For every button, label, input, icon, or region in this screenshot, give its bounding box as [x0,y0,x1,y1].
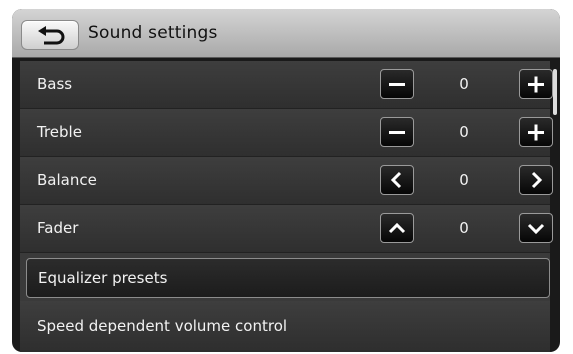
settings-list: Bass 0 Treble 0 Balance 0 Fader 0 Equali… [20,61,553,352]
plus-icon [528,76,544,93]
bass-decrease-button[interactable] [380,69,414,99]
setting-label: Treble [37,123,82,141]
setting-label: Balance [37,171,97,189]
back-arrow-icon [38,26,65,45]
speed-dependent-volume-label: Speed dependent volume control [37,317,288,335]
setting-row-balance: Balance 0 [20,157,553,205]
bass-value: 0 [459,75,469,93]
chevron-down-icon [527,223,545,235]
chevron-right-icon [531,171,543,189]
minus-icon [389,83,405,86]
sound-settings-screen: Sound settings Bass 0 Treble 0 Balance 0… [12,9,560,352]
plus-icon [528,124,544,141]
equalizer-presets-button[interactable]: Equalizer presets [26,258,550,298]
setting-row-bass: Bass 0 [20,61,553,109]
balance-value: 0 [459,171,469,189]
treble-decrease-button[interactable] [380,117,414,147]
equalizer-presets-label: Equalizer presets [38,269,168,287]
minus-icon [389,131,405,134]
treble-increase-button[interactable] [519,117,553,147]
setting-label: Bass [37,75,73,93]
balance-right-button[interactable] [519,165,553,195]
setting-row-fader: Fader 0 [20,205,553,253]
page-title: Sound settings [88,23,218,43]
chevron-up-icon [388,222,406,234]
balance-left-button[interactable] [380,165,414,195]
scrollbar-thumb[interactable] [553,69,557,115]
title-bar: Sound settings [12,9,560,58]
treble-value: 0 [459,123,469,141]
setting-row-treble: Treble 0 [20,109,553,157]
fader-front-button[interactable] [380,213,414,243]
fader-rear-button[interactable] [519,213,553,243]
back-button[interactable] [21,20,79,50]
speed-dependent-volume-row[interactable]: Speed dependent volume control [20,301,550,352]
bass-increase-button[interactable] [519,69,553,99]
setting-label: Fader [37,219,79,237]
chevron-left-icon [390,171,402,189]
fader-value: 0 [459,219,469,237]
